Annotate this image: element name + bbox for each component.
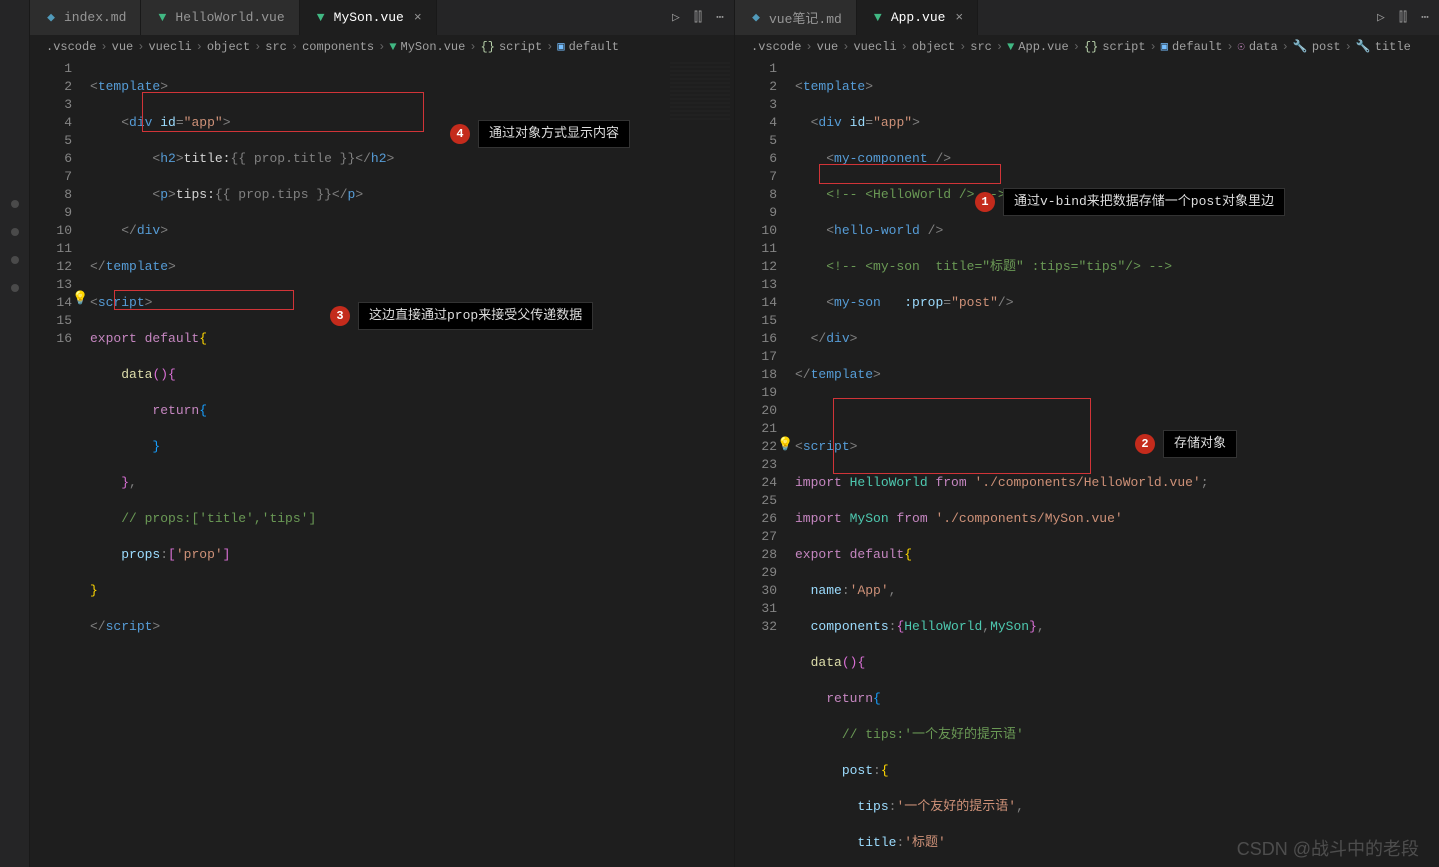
- tab-label: App.vue: [891, 10, 946, 25]
- crumb[interactable]: .vscode: [751, 40, 801, 54]
- annotation-3: 3 这边直接通过prop来接受父传递数据: [330, 302, 593, 330]
- crumb[interactable]: title: [1375, 40, 1411, 54]
- tab-actions: ▷ ⫿⫿ ⋯: [1367, 0, 1439, 35]
- code-area[interactable]: <template> <div id="app"> <h2>title:{{ p…: [90, 58, 734, 867]
- method-icon: ☉: [1238, 39, 1245, 54]
- vue-icon: ▼: [314, 11, 328, 25]
- lightbulb-icon[interactable]: 💡: [72, 290, 88, 308]
- crumb[interactable]: vuecli: [853, 40, 896, 54]
- annotation-2: 2 存储对象: [1135, 430, 1237, 458]
- crumb[interactable]: default: [1172, 40, 1222, 54]
- editor-pane-right: ◆ vue笔记.md ▼ App.vue × ▷ ⫿⫿ ⋯ .vscode› v…: [735, 0, 1439, 867]
- crumb[interactable]: object: [912, 40, 955, 54]
- crumb[interactable]: data: [1249, 40, 1278, 54]
- markdown-icon: ◆: [44, 11, 58, 25]
- more-icon[interactable]: ⋯: [716, 10, 724, 25]
- module-icon: ▣: [1161, 39, 1168, 54]
- crumb[interactable]: App.vue: [1018, 40, 1068, 54]
- breadcrumb[interactable]: .vscode› vue› vuecli› object› src› compo…: [30, 35, 734, 58]
- tab-app-vue[interactable]: ▼ App.vue ×: [857, 0, 978, 35]
- activity-indicator: [11, 228, 19, 236]
- close-icon[interactable]: ×: [414, 10, 422, 25]
- annotation-badge: 2: [1135, 434, 1155, 454]
- key-icon: 🔧: [1356, 39, 1371, 54]
- annotation-text: 这边直接通过prop来接受父传递数据: [358, 302, 593, 330]
- tab-label: HelloWorld.vue: [175, 10, 284, 25]
- crumb[interactable]: src: [970, 40, 992, 54]
- tab-label: MySon.vue: [334, 10, 404, 25]
- annotation-text: 通过对象方式显示内容: [478, 120, 630, 148]
- tab-index-md[interactable]: ◆ index.md: [30, 0, 141, 35]
- close-icon[interactable]: ×: [955, 10, 963, 25]
- tab-bar: ◆ index.md ▼ HelloWorld.vue ▼ MySon.vue …: [30, 0, 734, 35]
- activity-indicator: [11, 284, 19, 292]
- crumb[interactable]: script: [1102, 40, 1145, 54]
- crumb[interactable]: .vscode: [46, 40, 96, 54]
- annotation-badge: 3: [330, 306, 350, 326]
- lightbulb-icon[interactable]: 💡: [777, 436, 793, 454]
- annotation-badge: 4: [450, 124, 470, 144]
- annotation-badge: 1: [975, 192, 995, 212]
- annotation-text: 通过v-bind来把数据存储一个post对象里边: [1003, 188, 1285, 216]
- tab-actions: ▷ ⫿⫿ ⋯: [662, 0, 734, 35]
- split-icon[interactable]: ⫿⫿: [694, 10, 702, 25]
- key-icon: 🔧: [1293, 39, 1308, 54]
- split-icon[interactable]: ⫿⫿: [1399, 10, 1407, 25]
- module-icon: ▣: [557, 39, 564, 54]
- crumb[interactable]: vuecli: [148, 40, 191, 54]
- line-gutter: 12345678910111213141516: [30, 58, 90, 867]
- braces-icon: {}: [1084, 40, 1098, 54]
- tab-label: index.md: [64, 10, 126, 25]
- activity-indicator: [11, 256, 19, 264]
- line-gutter: 1234567891011121314151617181920212223242…: [735, 58, 795, 867]
- crumb[interactable]: MySon.vue: [401, 40, 466, 54]
- crumb[interactable]: vue: [817, 40, 839, 54]
- run-icon[interactable]: ▷: [1377, 10, 1385, 25]
- tab-myson-vue[interactable]: ▼ MySon.vue ×: [300, 0, 437, 35]
- vue-icon: ▼: [1007, 40, 1014, 54]
- vue-icon: ▼: [871, 11, 885, 25]
- vue-icon: ▼: [389, 40, 396, 54]
- tab-vue-notes-md[interactable]: ◆ vue笔记.md: [735, 0, 857, 35]
- tab-helloworld-vue[interactable]: ▼ HelloWorld.vue: [141, 0, 299, 35]
- activity-bar: [0, 0, 30, 867]
- crumb[interactable]: vue: [112, 40, 134, 54]
- editor-pane-left: ◆ index.md ▼ HelloWorld.vue ▼ MySon.vue …: [30, 0, 735, 867]
- watermark: CSDN @战斗中的老段: [1237, 835, 1419, 861]
- crumb[interactable]: src: [265, 40, 287, 54]
- tab-label: vue笔记.md: [769, 8, 842, 27]
- annotation-4: 4 通过对象方式显示内容: [450, 120, 630, 148]
- split-editor: ◆ index.md ▼ HelloWorld.vue ▼ MySon.vue …: [30, 0, 1439, 867]
- tab-bar: ◆ vue笔记.md ▼ App.vue × ▷ ⫿⫿ ⋯: [735, 0, 1439, 35]
- annotation-text: 存储对象: [1163, 430, 1237, 458]
- run-icon[interactable]: ▷: [672, 10, 680, 25]
- crumb[interactable]: object: [207, 40, 250, 54]
- crumb[interactable]: post: [1312, 40, 1341, 54]
- vue-icon: ▼: [155, 11, 169, 25]
- markdown-icon: ◆: [749, 11, 763, 25]
- activity-indicator: [11, 200, 19, 208]
- annotation-1: 1 通过v-bind来把数据存储一个post对象里边: [975, 188, 1285, 216]
- braces-icon: {}: [481, 40, 495, 54]
- breadcrumb[interactable]: .vscode› vue› vuecli› object› src› ▼ App…: [735, 35, 1439, 58]
- crumb[interactable]: script: [499, 40, 542, 54]
- editor-body[interactable]: 12345678910111213141516 <template> <div …: [30, 58, 734, 867]
- crumb[interactable]: components: [302, 40, 374, 54]
- crumb[interactable]: default: [569, 40, 619, 54]
- code-area[interactable]: <template> <div id="app"> <my-component …: [795, 58, 1439, 867]
- more-icon[interactable]: ⋯: [1421, 10, 1429, 25]
- editor-body[interactable]: 1234567891011121314151617181920212223242…: [735, 58, 1439, 867]
